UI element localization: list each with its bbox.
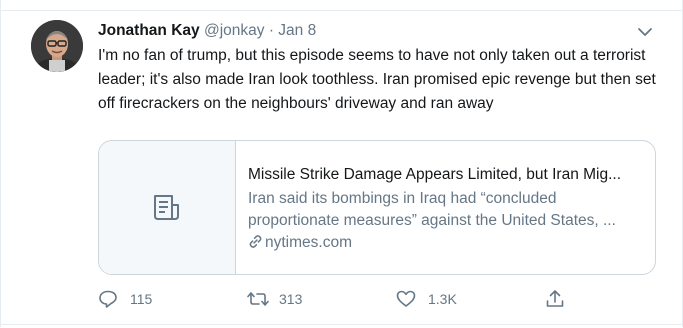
retweet-icon [247, 292, 269, 306]
bottom-divider [1, 324, 683, 328]
link-icon [249, 235, 262, 248]
retweet-count: 313 [279, 291, 303, 307]
reply-icon [99, 290, 117, 308]
tweet-date[interactable]: Jan 8 [278, 22, 316, 39]
author-name[interactable]: Jonathan Kay [98, 22, 200, 39]
tweet-header: Jonathan Kay @jonkay · Jan 8 [98, 19, 316, 43]
card-link-text: nytimes.com [265, 234, 352, 251]
card-title: Missile Strike Damage Appears Limited, b… [248, 166, 622, 183]
article-icon [154, 195, 179, 220]
avatar[interactable] [31, 20, 83, 72]
top-divider [1, 0, 683, 11]
chevron-down-icon[interactable] [637, 25, 653, 37]
card-description: Iran said its bombings in Iraq had “conc… [248, 190, 616, 229]
reply-count: 115 [130, 291, 153, 307]
card-link: nytimes.com [248, 232, 352, 254]
tweet[interactable]: Jonathan Kay @jonkay · Jan 8 I'm no fan … [0, 0, 683, 327]
author-handle[interactable]: @jonkay [204, 22, 265, 39]
card-thumbnail [99, 141, 236, 274]
like-count: 1.3K [428, 291, 457, 307]
separator: · [268, 22, 274, 39]
share-icon [546, 290, 564, 307]
tweet-text: I'm no fan of trump, but this episode se… [98, 47, 656, 112]
tweet-actions: 115 313 1.3K [98, 287, 578, 311]
link-card[interactable]: Missile Strike Damage Appears Limited, b… [98, 140, 656, 275]
heart-icon [396, 290, 416, 307]
